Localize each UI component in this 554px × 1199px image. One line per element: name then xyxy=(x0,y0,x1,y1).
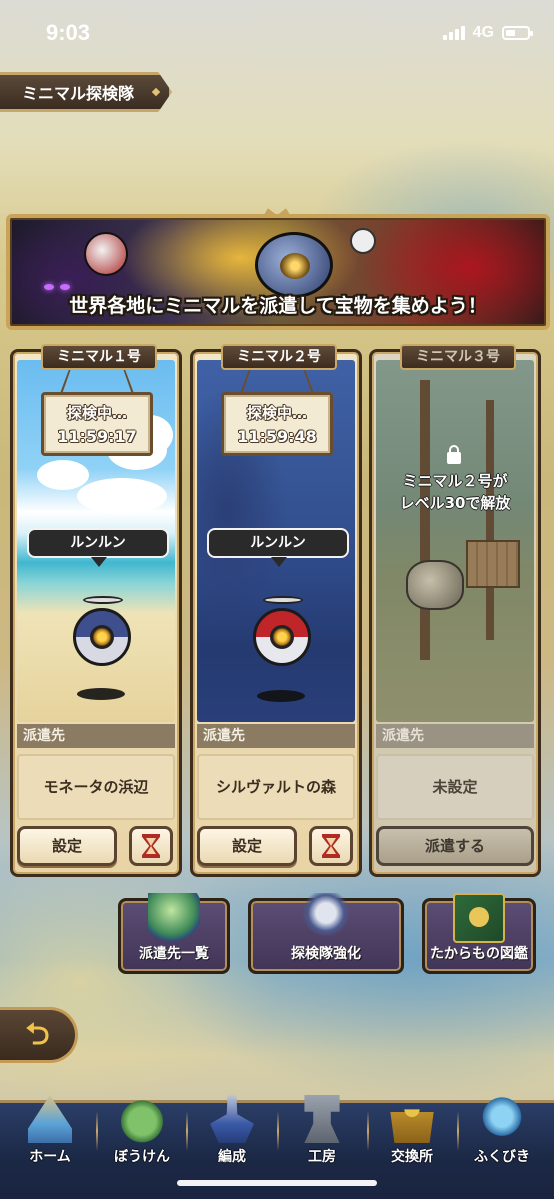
banner-text: 世界各地にミニマルを派遣して宝物を集めよう！ xyxy=(69,295,487,317)
back-arrow-icon: ⮌ xyxy=(25,1017,50,1052)
destination-value: モネータの浜辺 xyxy=(17,754,175,820)
dispatch-button[interactable]: 派遣する xyxy=(376,826,534,866)
set-destination-button[interactable]: 設定 xyxy=(197,826,297,866)
expedition-timer: 11:59:48 xyxy=(237,427,317,446)
home-tent-icon xyxy=(28,1095,72,1143)
forest-scene: 探検中… 11:59:48 ルンルン xyxy=(197,360,355,722)
banner-robot-captain-icon xyxy=(255,232,333,298)
minimal-robot-icon xyxy=(73,608,131,666)
status-indicators: 4G xyxy=(442,24,533,42)
speech-bubble: ルンルン xyxy=(207,528,349,567)
back-button[interactable]: ⮌ xyxy=(0,1007,78,1063)
scales-icon xyxy=(390,1109,434,1143)
nav-label: ぼうけん xyxy=(114,1149,170,1165)
lock-icon xyxy=(447,445,461,464)
destination-label: 派遣先 xyxy=(197,724,355,748)
nav-label: ホーム xyxy=(29,1149,71,1165)
page-title-text: ミニマル探検隊 xyxy=(22,84,135,103)
expedition-status: 探検中… xyxy=(66,404,127,422)
battery-icon xyxy=(502,26,533,40)
island-icon xyxy=(120,1095,164,1143)
expedition-card-3: ミニマル３号 ミニマル２号が レベル30で解放 派遣先 未設定 派遣する xyxy=(369,344,541,877)
expedition-card-1[interactable]: ミニマル１号 探検中… 11:59:17 ルンルン 派遣先 モネータの浜辺 設定 xyxy=(10,344,182,877)
robot-icon xyxy=(300,893,352,943)
nav-label: 工房 xyxy=(308,1149,336,1165)
crystal-orb-icon xyxy=(480,1095,524,1143)
signal-icon xyxy=(442,26,465,40)
nav-adventure[interactable]: ぼうけん xyxy=(96,1095,188,1173)
hourglass-icon xyxy=(142,834,160,858)
knight-icon xyxy=(210,1095,254,1143)
status-bar: 9:03 4G xyxy=(0,0,554,68)
nav-label: 交換所 xyxy=(391,1149,433,1165)
unlock-condition: ミニマル２号が レベル30で解放 xyxy=(399,472,511,512)
camp-scene: ミニマル２号が レベル30で解放 xyxy=(376,360,534,722)
status-time: 9:03 xyxy=(46,20,91,45)
hourglass-icon xyxy=(322,834,340,858)
nav-label: 編成 xyxy=(218,1149,246,1165)
nav-workshop[interactable]: 工房 xyxy=(276,1095,368,1173)
expedition-status: 探検中… xyxy=(246,404,307,422)
expedition-timer-sign: 探検中… 11:59:17 xyxy=(41,392,153,456)
destination-value: 未設定 xyxy=(376,754,534,820)
expedition-timer: 11:59:17 xyxy=(57,427,137,446)
expedition-name: ミニマル１号 xyxy=(41,344,157,370)
nav-home[interactable]: ホーム xyxy=(4,1095,96,1173)
treasure-catalog-button[interactable]: たからもの図鑑 xyxy=(422,893,536,974)
speedup-button[interactable] xyxy=(129,826,173,866)
nav-exchange[interactable]: 交換所 xyxy=(366,1103,458,1173)
destination-label: 派遣先 xyxy=(376,724,534,748)
propeller-icon xyxy=(83,596,123,604)
feature-label: 探検隊強化 xyxy=(291,946,361,962)
expedition-card-2[interactable]: ミニマル２号 探検中… 11:59:48 ルンルン 派遣先 シルヴァルトの森 設… xyxy=(190,344,362,877)
destination-label: 派遣先 xyxy=(17,724,175,748)
expedition-name: ミニマル２号 xyxy=(221,344,337,370)
banner-minimal-robot-icon xyxy=(84,232,128,276)
promo-banner: 世界各地にミニマルを派遣して宝物を集めよう！ xyxy=(6,214,550,330)
expedition-timer-sign: 探検中… 11:59:48 xyxy=(221,392,333,456)
set-destination-button[interactable]: 設定 xyxy=(17,826,117,866)
hole-shadow xyxy=(77,688,125,700)
propeller-icon xyxy=(263,596,303,604)
expedition-name: ミニマル３号 xyxy=(400,344,516,370)
feature-label: たからもの図鑑 xyxy=(430,946,528,962)
anvil-icon xyxy=(304,1095,340,1143)
treasure-book-icon xyxy=(453,893,505,943)
speedup-button[interactable] xyxy=(309,826,353,866)
nav-label: ふくびき xyxy=(474,1149,530,1165)
minimal-robot-icon xyxy=(253,608,311,666)
nav-lottery[interactable]: ふくびき xyxy=(456,1095,548,1173)
nav-party[interactable]: 編成 xyxy=(186,1095,278,1173)
beach-scene: 探検中… 11:59:17 ルンルン xyxy=(17,360,175,722)
network-type: 4G xyxy=(472,24,494,41)
destination-list-button[interactable]: 派遣先一覧 xyxy=(118,893,230,974)
speech-bubble: ルンルン xyxy=(27,528,169,567)
page-title: ミニマル探検隊 xyxy=(0,72,172,112)
feature-label: 派遣先一覧 xyxy=(139,946,209,962)
locked-robot-icon xyxy=(406,560,464,610)
expedition-upgrade-button[interactable]: 探検隊強化 xyxy=(248,893,404,974)
home-indicator[interactable] xyxy=(177,1180,377,1186)
hole-shadow xyxy=(257,690,305,702)
globe-icon xyxy=(148,893,200,943)
banner-small-robot-icon xyxy=(350,228,376,254)
destination-value: シルヴァルトの森 xyxy=(197,754,355,820)
